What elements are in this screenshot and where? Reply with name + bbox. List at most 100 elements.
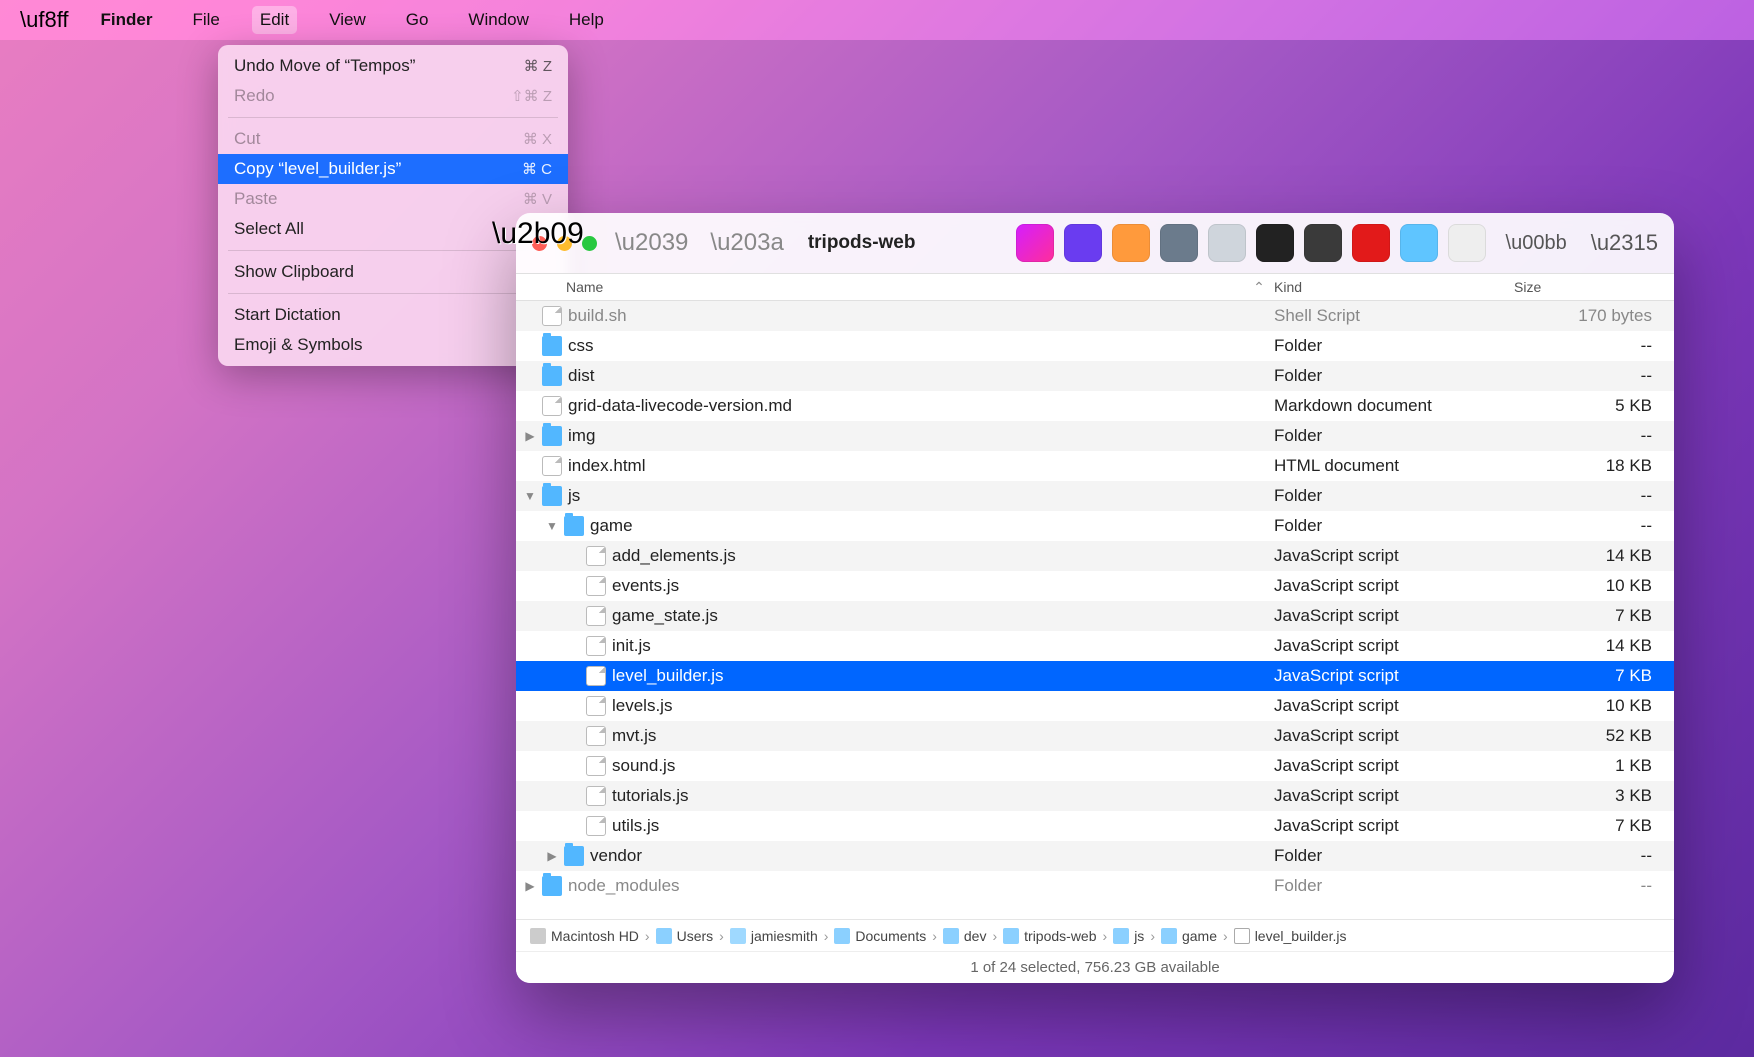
file-row[interactable]: ▼gameFolder-- [516,511,1674,541]
file-size: -- [1514,336,1674,356]
file-icon [542,396,562,416]
file-row[interactable]: tutorials.jsJavaScript script3 KB [516,781,1674,811]
close-button[interactable] [532,236,547,251]
file-icon [586,816,606,836]
menu-item-paste: Paste ⌘ V [218,184,568,214]
file-size: 3 KB [1514,786,1674,806]
col-name[interactable]: Name [516,279,1244,295]
apple-menu-icon[interactable]: \uf8ff [20,7,69,33]
menubar: \uf8ff Finder File Edit View Go Window H… [0,0,1754,40]
app-tile[interactable] [1352,224,1390,262]
file-size: -- [1514,426,1674,446]
menu-window[interactable]: Window [460,6,536,34]
minimize-button[interactable] [557,236,572,251]
file-name: events.js [612,576,679,596]
file-row[interactable]: game_state.jsJavaScript script7 KB [516,601,1674,631]
path-bar[interactable]: Macintosh HD›Users›jamiesmith›Documents›… [516,919,1674,951]
file-kind: JavaScript script [1274,696,1514,716]
path-crumb[interactable]: tripods-web [1003,928,1096,944]
file-row[interactable]: utils.jsJavaScript script7 KB [516,811,1674,841]
forward-button[interactable]: \u203a [706,229,787,257]
menu-item-copy[interactable]: Copy “level_builder.js” ⌘ C [218,154,568,184]
path-crumb[interactable]: Documents [834,928,926,944]
file-row[interactable]: mvt.jsJavaScript script52 KB [516,721,1674,751]
menu-separator [228,117,558,118]
path-crumb[interactable]: dev [943,928,987,944]
disclosure-icon[interactable]: ▼ [546,519,558,533]
crumb-label: Users [677,928,714,944]
file-listing[interactable]: build.shShell Script170 bytescssFolder--… [516,301,1674,919]
path-crumb[interactable]: js [1113,928,1144,944]
file-icon [586,696,606,716]
path-crumb[interactable]: level_builder.js [1234,928,1347,944]
file-kind: HTML document [1274,456,1514,476]
file-name: vendor [590,846,642,866]
file-name: build.sh [568,306,627,326]
file-row[interactable]: distFolder-- [516,361,1674,391]
file-icon [586,756,606,776]
file-size: -- [1514,876,1674,896]
path-crumb[interactable]: game [1161,928,1217,944]
folder-icon [564,846,584,866]
app-tile[interactable] [1448,224,1486,262]
path-crumb[interactable]: Users [656,928,714,944]
app-tile[interactable] [1160,224,1198,262]
file-row[interactable]: ▼jsFolder-- [516,481,1674,511]
path-crumb[interactable]: jamiesmith [730,928,818,944]
search-icon[interactable]: \u2315 [1591,230,1658,256]
file-size: 1 KB [1514,756,1674,776]
file-row[interactable]: level_builder.jsJavaScript script7 KB [516,661,1674,691]
chevron-right-icon: › [824,928,829,944]
menu-shortcut: ⇧⌘ Z [511,87,552,105]
app-tile[interactable] [1304,224,1342,262]
path-crumb[interactable]: Macintosh HD [530,928,639,944]
file-name: mvt.js [612,726,656,746]
back-button[interactable]: \u2039 [611,229,692,257]
menu-file[interactable]: File [184,6,227,34]
menu-label: Undo Move of “Tempos” [234,56,415,76]
col-kind[interactable]: Kind [1274,279,1514,295]
crumb-label: dev [964,928,987,944]
folder-icon [542,426,562,446]
app-tile[interactable] [1112,224,1150,262]
disclosure-icon[interactable]: ▶ [524,879,536,893]
file-row[interactable]: sound.jsJavaScript script1 KB [516,751,1674,781]
maximize-button[interactable] [582,236,597,251]
file-row[interactable]: events.jsJavaScript script10 KB [516,571,1674,601]
col-size[interactable]: Size [1514,279,1674,295]
sort-indicator-icon[interactable]: ⌃ [1244,279,1274,296]
menu-edit[interactable]: Edit [252,6,297,34]
toolbar-app-tiles [1016,224,1486,262]
file-row[interactable]: cssFolder-- [516,331,1674,361]
file-row[interactable]: grid-data-livecode-version.mdMarkdown do… [516,391,1674,421]
file-row[interactable]: levels.jsJavaScript script10 KB [516,691,1674,721]
file-row[interactable]: index.htmlHTML document18 KB [516,451,1674,481]
app-tile[interactable] [1016,224,1054,262]
crumb-label: js [1134,928,1144,944]
disclosure-icon[interactable]: ▼ [524,489,536,503]
finder-window: \u2039 \u203a tripods-web \u00bb \u2315 … [516,213,1674,983]
menu-view[interactable]: View [321,6,374,34]
menu-label: Copy “level_builder.js” [234,159,401,179]
disclosure-icon[interactable]: ▶ [546,849,558,863]
file-row[interactable]: init.jsJavaScript script14 KB [516,631,1674,661]
file-row[interactable]: ▶vendorFolder-- [516,841,1674,871]
app-tile[interactable] [1208,224,1246,262]
menu-help[interactable]: Help [561,6,612,34]
disclosure-icon[interactable]: ▶ [524,429,536,443]
file-row[interactable]: ▶node_modulesFolder-- [516,871,1674,901]
app-tile[interactable] [1064,224,1102,262]
file-row[interactable]: add_elements.jsJavaScript script14 KB [516,541,1674,571]
file-name: index.html [568,456,645,476]
app-tile[interactable] [1256,224,1294,262]
toolbar-overflow-button[interactable]: \u00bb [1506,232,1567,255]
file-kind: JavaScript script [1274,666,1514,686]
file-kind: Folder [1274,876,1514,896]
menu-app[interactable]: Finder [93,6,161,34]
app-tile[interactable] [1400,224,1438,262]
menu-go[interactable]: Go [398,6,437,34]
chevron-right-icon: › [1223,928,1228,944]
file-row[interactable]: build.shShell Script170 bytes [516,301,1674,331]
menu-item-undo[interactable]: Undo Move of “Tempos” ⌘ Z [218,51,568,81]
file-row[interactable]: ▶imgFolder-- [516,421,1674,451]
